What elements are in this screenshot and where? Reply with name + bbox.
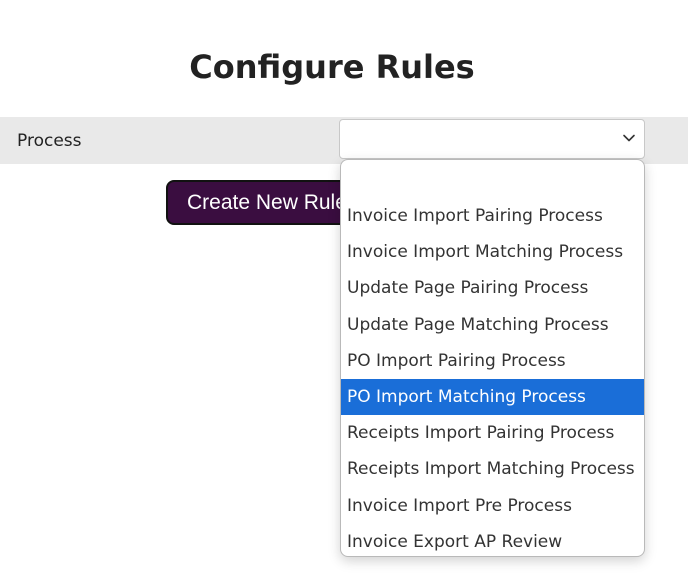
dropdown-option[interactable]: Receipts Import Matching Process	[341, 451, 644, 487]
dropdown-option[interactable]: Invoice Import Pairing Process	[341, 198, 644, 234]
dropdown-option[interactable]: Invoice Import Pre Process	[341, 488, 644, 524]
dropdown-option[interactable]: Update Page Matching Process	[341, 307, 644, 343]
process-label: Process	[17, 131, 82, 151]
configure-rules-page: Configure Rules Process Create New Rule …	[0, 0, 688, 579]
dropdown-option[interactable]: PO Import Pairing Process	[341, 343, 644, 379]
process-dropdown-list: Invoice Import Pairing Process Invoice I…	[340, 159, 645, 557]
dropdown-option-highlighted[interactable]: PO Import Matching Process	[341, 378, 644, 416]
dropdown-option[interactable]: Invoice Import Matching Process	[341, 234, 644, 270]
create-new-rule-button[interactable]: Create New Rule	[166, 180, 366, 225]
chevron-down-icon	[623, 134, 635, 142]
dropdown-option[interactable]: Update Page Pairing Process	[341, 270, 644, 306]
dropdown-option[interactable]: Invoice Export AP Review	[341, 524, 644, 556]
page-title: Configure Rules	[189, 48, 475, 86]
process-row: Process	[0, 117, 688, 164]
process-select[interactable]	[339, 119, 645, 159]
dropdown-option[interactable]: Receipts Import Pairing Process	[341, 415, 644, 451]
dropdown-option-blank[interactable]	[341, 180, 644, 198]
